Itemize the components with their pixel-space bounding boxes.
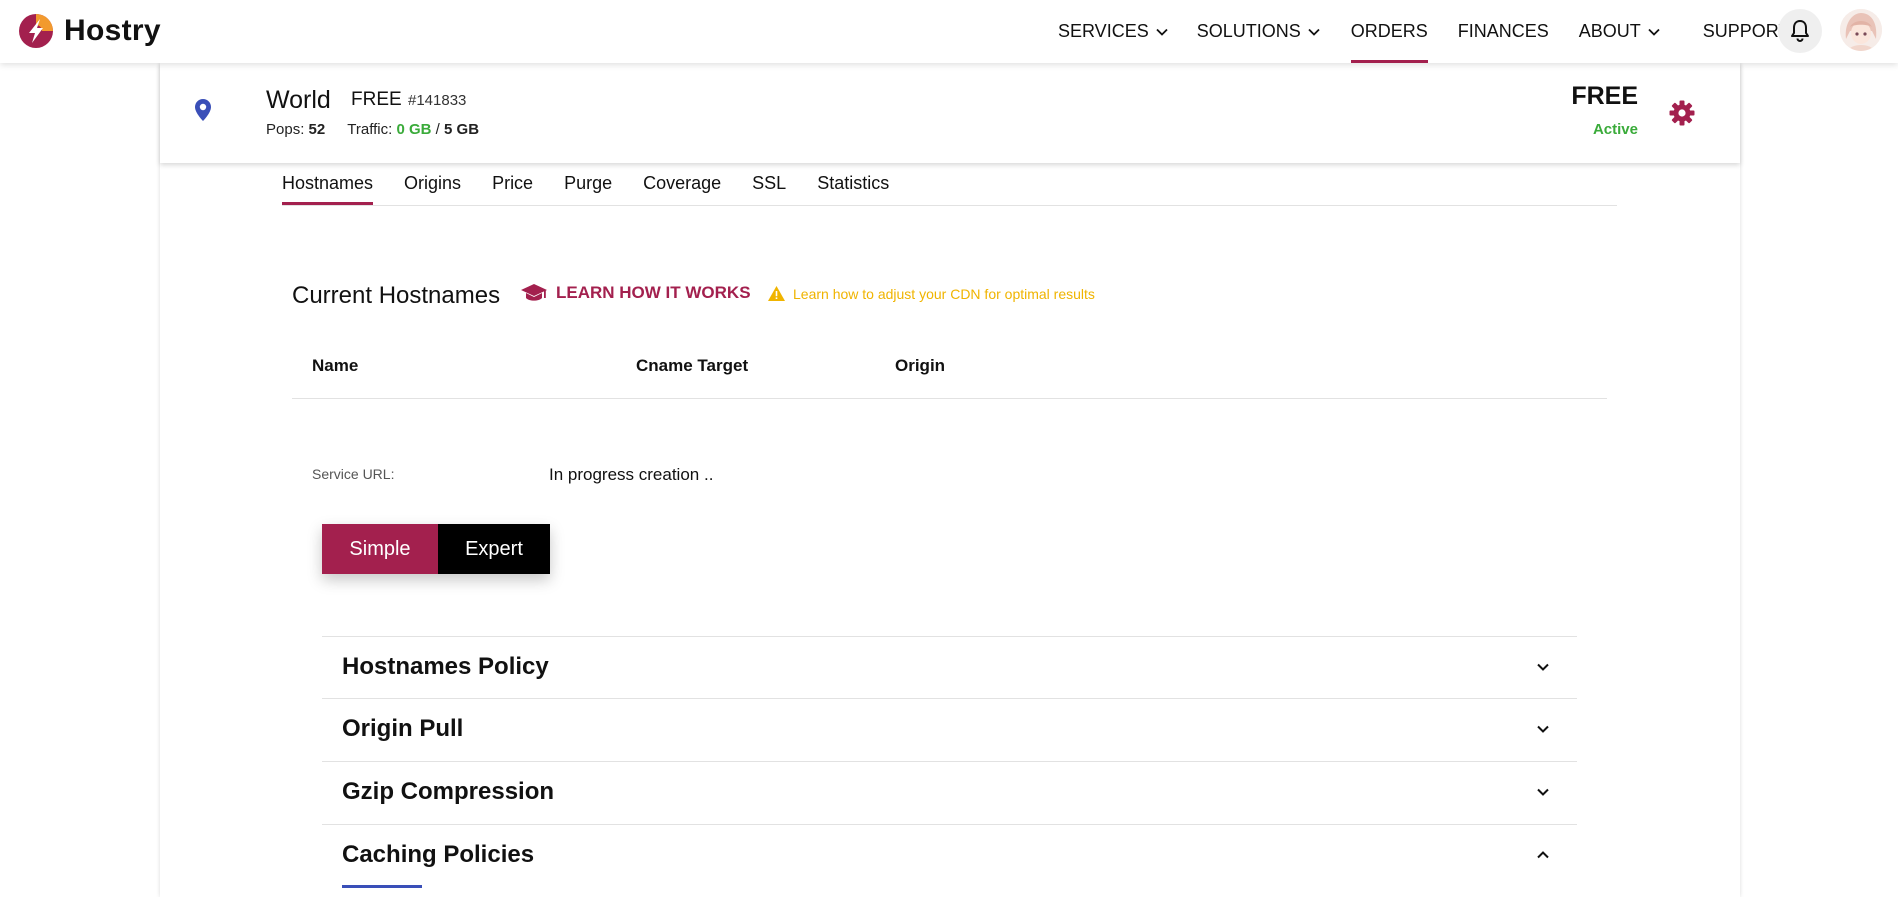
tab-coverage[interactable]: Coverage — [643, 163, 721, 204]
service-url-value: In progress creation .. — [549, 465, 714, 484]
pops-value: 52 — [308, 121, 326, 138]
tab-purge[interactable]: Purge — [564, 163, 612, 204]
hostry-logo-icon — [19, 14, 53, 48]
accordion-hostnames-policy[interactable]: Hostnames Policy — [322, 636, 1577, 699]
nav-item-label: SERVICES — [1058, 21, 1149, 41]
brand-name: Hostry — [64, 14, 161, 47]
optimization-hint[interactable]: Learn how to adjust your CDN for optimal… — [767, 285, 1095, 302]
user-avatar[interactable] — [1840, 9, 1882, 51]
top-navigation-bar: Hostry SERVICES SOLUTIONS ORDERS FINANCE… — [0, 0, 1898, 63]
accordion-title: Hostnames Policy — [342, 653, 549, 680]
accordion-title: Caching Policies — [342, 841, 535, 868]
location-pin-icon — [195, 99, 211, 121]
chevron-down-icon — [1156, 28, 1168, 36]
warning-icon — [768, 286, 785, 301]
accordion-title: Gzip Compression — [342, 778, 555, 805]
service-url-label: Service URL: — [312, 466, 395, 482]
chevron-up-icon — [1537, 851, 1549, 859]
service-header-card: World FREE #141833 Pops: 52 Traffic: 0 G… — [160, 63, 1740, 163]
accordion-origin-pull[interactable]: Origin Pull — [322, 698, 1577, 761]
chevron-down-icon — [1648, 28, 1660, 36]
pops-label: Pops: — [266, 121, 305, 138]
nav-item-services[interactable]: SERVICES — [1058, 0, 1169, 63]
learn-link-label: LEARN HOW IT WORKS — [556, 283, 751, 302]
simple-mode-button[interactable]: Simple — [322, 524, 438, 574]
main-nav: SERVICES SOLUTIONS ORDERS FINANCES ABOUT… — [1058, 0, 1789, 63]
tab-hostnames[interactable]: Hostnames — [282, 163, 374, 205]
traffic-separator: / — [435, 121, 440, 138]
chevron-down-icon — [1308, 28, 1320, 36]
nav-item-support[interactable]: SUPPORT — [1703, 0, 1790, 63]
expert-mode-button[interactable]: Expert — [438, 524, 550, 574]
avatar-image — [1840, 9, 1882, 51]
column-header-origin: Origin — [895, 356, 946, 375]
nav-item-orders[interactable]: ORDERS — [1350, 0, 1428, 63]
graduation-cap-icon — [521, 284, 547, 301]
service-name: World — [266, 86, 331, 114]
traffic-label: Traffic: — [347, 121, 393, 138]
bell-icon — [1791, 20, 1809, 42]
traffic-used: 0 GB — [396, 121, 432, 138]
plan-badge: FREE — [1571, 82, 1638, 110]
hint-text: Learn how to adjust your CDN for optimal… — [793, 285, 1095, 302]
nav-item-finances[interactable]: FINANCES — [1458, 0, 1549, 63]
accordion-gzip-compression[interactable]: Gzip Compression — [322, 761, 1577, 824]
service-tabs: Hostnames Origins Price Purge Coverage S… — [282, 163, 1617, 206]
accordion-title: Origin Pull — [342, 715, 464, 742]
column-header-cname-target: Cname Target — [636, 356, 749, 375]
nav-item-label: ABOUT — [1578, 21, 1641, 41]
tab-price[interactable]: Price — [492, 163, 533, 204]
nav-item-label: SOLUTIONS — [1196, 21, 1301, 41]
brand-logo[interactable]: Hostry — [18, 13, 161, 49]
expanded-indicator — [342, 885, 422, 888]
column-header-name: Name — [312, 356, 359, 375]
nav-item-solutions[interactable]: SOLUTIONS — [1197, 0, 1321, 63]
chevron-down-icon — [1537, 663, 1549, 671]
tab-statistics[interactable]: Statistics — [817, 163, 889, 204]
chevron-down-icon — [1537, 725, 1549, 733]
service-plan: FREE — [351, 89, 402, 110]
status-badge: Active — [1592, 121, 1638, 138]
nav-item-label: ORDERS — [1350, 21, 1428, 41]
section-title: Current Hostnames — [292, 282, 501, 309]
traffic-limit: 5 GB — [444, 121, 480, 138]
mode-toggle: Simple Expert — [322, 524, 550, 574]
notifications-button[interactable] — [1778, 9, 1822, 53]
service-id: #141833 — [408, 92, 467, 109]
tab-origins[interactable]: Origins — [404, 163, 461, 204]
chevron-down-icon — [1537, 788, 1549, 796]
hostnames-table-header: Name Cname Target Origin — [292, 340, 1607, 399]
tab-ssl[interactable]: SSL — [752, 163, 786, 204]
learn-how-it-works-link[interactable]: LEARN HOW IT WORKS — [520, 282, 751, 304]
gear-icon[interactable] — [1669, 100, 1695, 126]
nav-item-label: FINANCES — [1457, 21, 1549, 41]
nav-item-label: SUPPORT — [1702, 21, 1790, 41]
nav-item-about[interactable]: ABOUT — [1579, 0, 1661, 63]
accordion-caching-policies[interactable]: Caching Policies — [322, 824, 1577, 888]
service-stats: Pops: 52 Traffic: 0 GB / 5 GB — [266, 121, 479, 138]
